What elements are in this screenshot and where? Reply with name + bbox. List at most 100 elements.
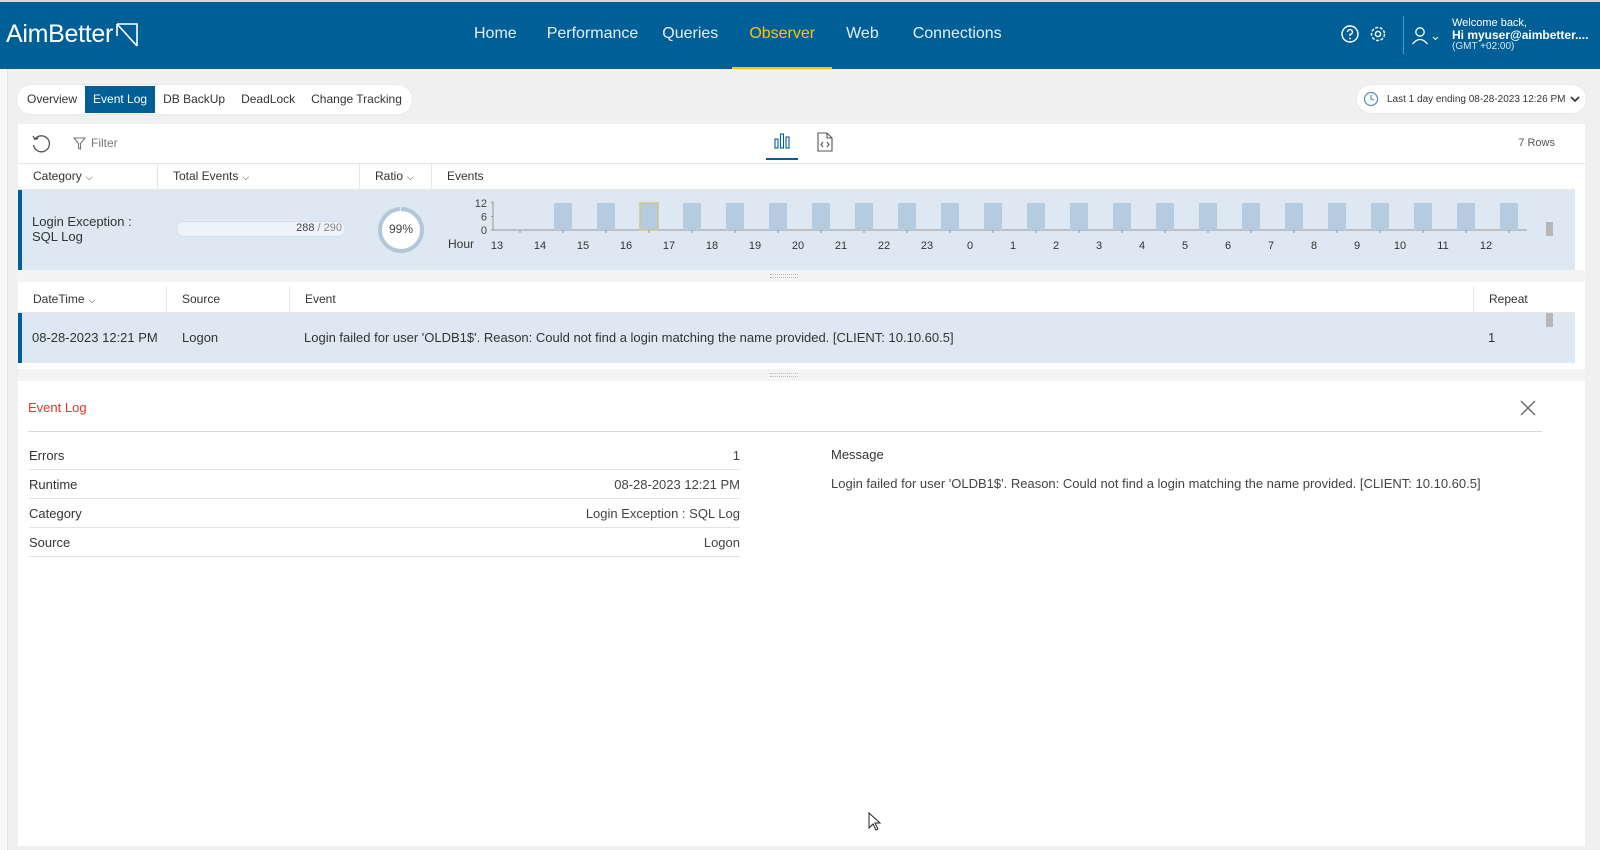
main-nav: Home Performance Queries Observer Web Co… [462, 2, 1014, 69]
observer-subtabs: Overview Event Log DB BackUp DeadLock Ch… [17, 85, 412, 114]
events-by-hour-chart: 1260Hour 13 14 15 16 17 18 19 20 21 22 23 0 1 2 3 4 5 6 7 8 9… [448, 198, 1527, 252]
x-tick-label: 14 [534, 240, 546, 252]
column-header-ratio[interactable]: Ratio ⌵ [360, 163, 432, 190]
x-tick-label: 23 [921, 240, 933, 252]
summary-row[interactable]: Login Exception : SQL Log 288 / 290 99% … [18, 190, 1575, 270]
nav-connections[interactable]: Connections [901, 2, 1014, 69]
sort-caret-icon: ⌵ [85, 172, 93, 182]
bar-hour-5 [1199, 203, 1217, 230]
x-axis-label: Hour [448, 237, 474, 251]
code-file-icon[interactable] [816, 132, 834, 152]
total-events-text: 288 / 290 [176, 222, 342, 234]
column-header-category[interactable]: Category ⌵ [18, 163, 158, 190]
bar-hour-21 [855, 203, 873, 230]
tab-event-log[interactable]: Event Log [85, 86, 156, 113]
column-header-datetime[interactable]: DateTime ⌵ [18, 286, 167, 313]
summary-scrollbar[interactable] [1546, 222, 1553, 236]
x-tick-label: 11 [1437, 240, 1448, 252]
x-tick-label: 20 [792, 240, 804, 252]
mouse-cursor-icon [868, 812, 882, 831]
total-events-max: / 290 [314, 222, 342, 234]
y-tick-label: 0 [481, 225, 487, 237]
x-tick-label: 12 [1480, 240, 1492, 252]
filter-label: Filter [91, 136, 118, 150]
column-header-source[interactable]: Source [167, 286, 290, 313]
chevron-down-icon [1570, 96, 1581, 103]
bar-hour-3 [1113, 203, 1131, 230]
nav-queries[interactable]: Queries [650, 2, 730, 69]
help-icon[interactable] [1340, 24, 1360, 44]
x-tick-label: 15 [577, 240, 589, 252]
event-repeat: 1 [1488, 330, 1496, 345]
nav-web[interactable]: Web [834, 2, 891, 69]
column-header-datetime-label: DateTime [33, 292, 85, 306]
x-tick-label: 10 [1394, 240, 1406, 252]
nav-performance[interactable]: Performance [535, 2, 651, 69]
detail-field-source: Source Logon [29, 528, 740, 557]
time-range-label: Last 1 day ending 08-28-2023 12:26 PM [1387, 93, 1566, 105]
x-tick-label: 9 [1354, 240, 1360, 252]
aimbetter-logo[interactable]: AimBetter [6, 20, 140, 49]
column-header-category-label: Category [33, 169, 82, 183]
bar-hour-20 [812, 203, 830, 230]
column-header-repeat[interactable]: Repeat [1474, 286, 1545, 313]
tab-change-tracking[interactable]: Change Tracking [303, 86, 410, 113]
tab-overview[interactable]: Overview [19, 86, 85, 113]
bar-hour-8 [1328, 203, 1346, 230]
settings-icon[interactable] [1368, 24, 1388, 44]
event-log-panel: Filter 7 Rows Category ⌵ Total Events ⌵ Ra… [18, 124, 1585, 846]
grid-toolbar: Filter 7 Rows [18, 124, 1585, 164]
logo-mark-icon [116, 22, 138, 47]
column-header-repeat-label: Repeat [1489, 292, 1528, 306]
field-value: 08-28-2023 12:21 PM [614, 477, 740, 492]
chart-view-toggle[interactable] [766, 132, 798, 160]
user-icon[interactable] [1410, 26, 1442, 46]
bar-hour-14 [554, 203, 572, 230]
category-cell: Login Exception : SQL Log [32, 214, 142, 244]
nav-observer[interactable]: Observer [732, 2, 832, 69]
table-row[interactable]: 08-28-2023 12:21 PM Logon Login failed f… [18, 313, 1575, 363]
x-tick-label: 7 [1268, 240, 1274, 252]
bar-hour-11 [1457, 203, 1475, 230]
tab-db-backup[interactable]: DB BackUp [155, 86, 233, 113]
x-tick-label: 13 [491, 240, 503, 252]
column-header-total-events-label: Total Events [173, 169, 239, 183]
column-header-event[interactable]: Event [290, 286, 1474, 313]
bar-hour-16 [639, 202, 659, 231]
grip-icon [770, 274, 798, 278]
sort-caret-icon: ⌵ [88, 295, 96, 305]
detail-field-category: Category Login Exception : SQL Log [29, 499, 740, 528]
refresh-icon[interactable] [30, 133, 52, 155]
column-header-event-label: Event [305, 292, 336, 306]
column-header-total-events[interactable]: Total Events ⌵ [158, 163, 360, 190]
tab-deadlock[interactable]: DeadLock [233, 86, 303, 113]
event-detail-panel: Event Log Errors 1 Runtime 08-28-2023 12… [18, 386, 1585, 846]
bar-hour-23 [941, 203, 959, 230]
bar-hour-9 [1371, 203, 1389, 230]
category-line-1: Login Exception : [32, 214, 132, 229]
bar-hour-1 [1027, 203, 1045, 230]
x-tick-label: 1 [1010, 240, 1016, 252]
grip-icon [770, 373, 798, 377]
bar-hour-12 [1500, 203, 1518, 230]
bar-hour-22 [898, 203, 916, 230]
events-scrollbar[interactable] [1546, 313, 1553, 327]
nav-home[interactable]: Home [462, 2, 529, 69]
event-source: Logon [182, 330, 219, 345]
close-icon[interactable] [1518, 398, 1538, 418]
filter-button[interactable]: Filter [73, 136, 118, 150]
field-label: Runtime [29, 477, 78, 492]
total-events-value: 288 [296, 222, 315, 234]
x-tick-label: 8 [1311, 240, 1317, 252]
user-greeting[interactable]: Welcome back, Hi myuser@aimbetter.... (G… [1452, 17, 1588, 53]
field-label: Category [29, 506, 82, 521]
x-tick-label: 4 [1139, 240, 1145, 252]
splitter-handle[interactable] [18, 270, 1585, 282]
x-tick-label: 6 [1225, 240, 1231, 252]
detail-field-errors: Errors 1 [29, 441, 740, 470]
column-header-source-label: Source [182, 292, 221, 306]
time-range-picker[interactable]: Last 1 day ending 08-28-2023 12:26 PM [1357, 85, 1586, 113]
splitter-handle[interactable] [18, 369, 1585, 381]
collapsed-sidebar[interactable] [0, 69, 8, 850]
bar-hour-6 [1242, 203, 1260, 230]
